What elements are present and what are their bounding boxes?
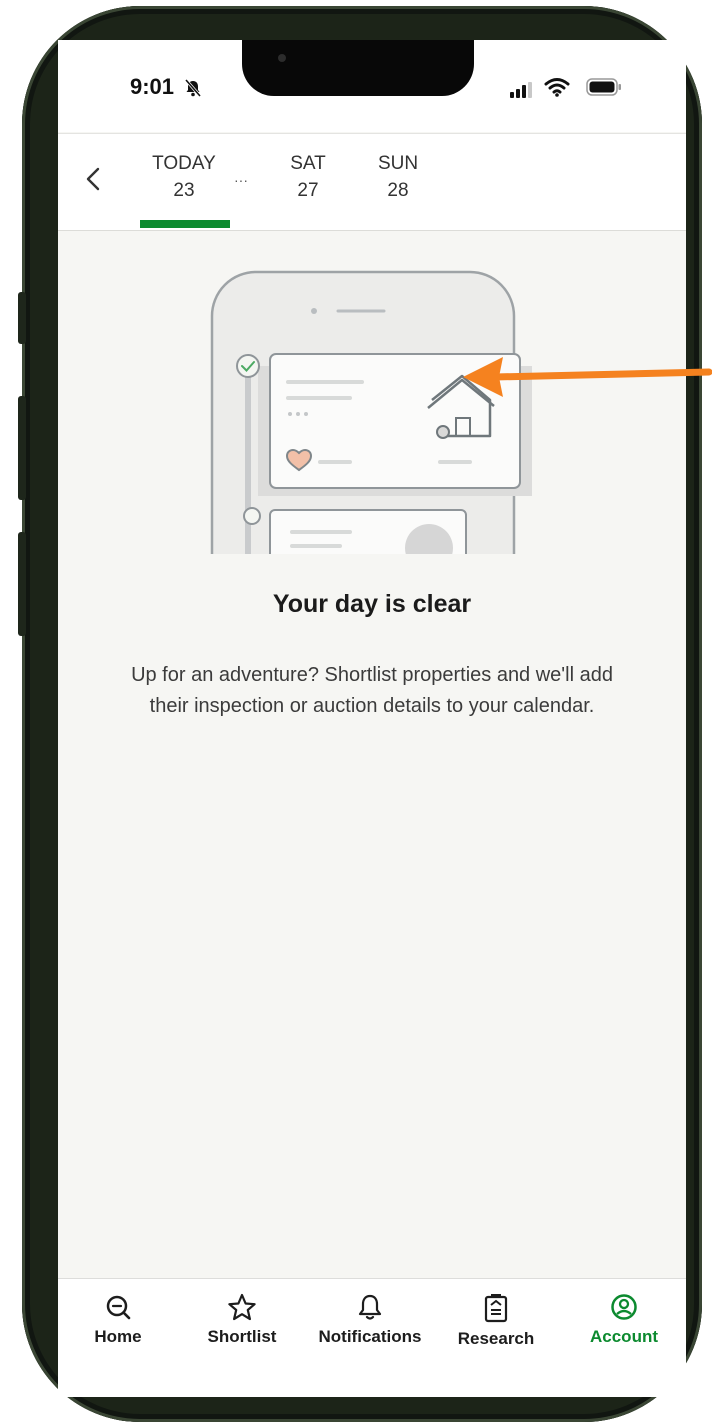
empty-state-description: Up for an adventure? Shortlist propertie… bbox=[131, 664, 613, 717]
nav-label: Notifications bbox=[318, 1327, 422, 1346]
bell-icon bbox=[358, 1294, 382, 1320]
nav-shortlist[interactable]: Shortlist bbox=[182, 1293, 302, 1347]
wifi-icon bbox=[544, 78, 570, 97]
date-tab-date: 28 bbox=[387, 180, 409, 201]
date-tab-bar: TODAY 23 ··· SAT 27 SUN 28 bbox=[58, 133, 686, 231]
date-tab-sun[interactable]: SUN 28 bbox=[364, 150, 432, 204]
nav-label: Research bbox=[457, 1329, 535, 1348]
mute-switch bbox=[18, 292, 26, 344]
battery-icon bbox=[586, 78, 621, 96]
nav-label: Shortlist bbox=[207, 1327, 277, 1346]
bottom-nav: Home Shortlist Notifications Research Ac… bbox=[58, 1278, 686, 1397]
nav-account[interactable]: Account bbox=[564, 1293, 684, 1347]
annotation-arrow bbox=[463, 357, 712, 397]
user-circle-icon bbox=[611, 1294, 637, 1320]
date-tab-date: 27 bbox=[297, 180, 319, 201]
date-tab-label: TODAY bbox=[152, 153, 216, 174]
date-tab-sat[interactable]: SAT 27 bbox=[278, 150, 338, 204]
star-icon bbox=[228, 1293, 256, 1321]
date-tab-today[interactable]: TODAY 23 bbox=[136, 150, 232, 204]
search-icon bbox=[106, 1295, 131, 1320]
date-tab-label: SAT bbox=[290, 153, 326, 174]
nav-label: Account bbox=[590, 1327, 658, 1346]
nav-notifications[interactable]: Notifications bbox=[310, 1293, 430, 1347]
bell-off-icon bbox=[184, 79, 202, 97]
notch bbox=[242, 40, 474, 96]
empty-state-title: Your day is clear bbox=[272, 590, 472, 618]
clipboard-icon bbox=[484, 1294, 508, 1323]
cellular-signal-icon bbox=[510, 82, 532, 98]
volume-up-button bbox=[18, 396, 26, 500]
volume-down-button bbox=[18, 532, 26, 636]
active-tab-indicator bbox=[140, 220, 230, 228]
date-gap-ellipsis: ··· bbox=[234, 172, 248, 188]
date-tab-label: SUN bbox=[377, 153, 419, 174]
nav-research[interactable]: Research bbox=[436, 1293, 556, 1349]
status-time: 9:01 bbox=[130, 74, 175, 99]
date-tab-date: 23 bbox=[173, 180, 195, 201]
chevron-left-icon[interactable] bbox=[84, 166, 102, 192]
nav-home[interactable]: Home bbox=[58, 1293, 178, 1347]
nav-label: Home bbox=[94, 1327, 142, 1346]
